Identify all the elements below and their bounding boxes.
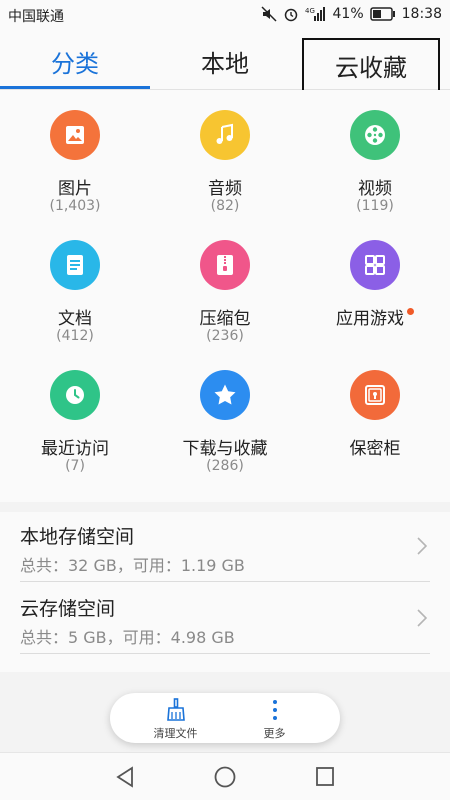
local-storage-row[interactable]: 本地存储空间 总共：32 GB，可用：1.19 GB	[20, 512, 430, 582]
carrier-name: 中国联通	[8, 9, 64, 25]
more-vertical-icon	[270, 698, 280, 726]
category-label: 文档	[58, 309, 92, 329]
category-recent[interactable]: 最近访问 (7)	[0, 350, 150, 480]
category-apps-games[interactable]: 应用游戏	[300, 220, 450, 350]
alarm-icon	[283, 6, 299, 22]
category-label: 下载与收藏	[182, 439, 268, 459]
music-icon	[200, 110, 250, 160]
recent-apps-icon[interactable]	[314, 765, 336, 793]
new-badge-dot	[407, 308, 414, 315]
clock-time: 18:38	[401, 6, 442, 22]
zip-icon	[200, 240, 250, 290]
storage-subtitle: 总共：5 GB，可用：4.98 GB	[20, 628, 235, 647]
category-count: (1,403)	[49, 198, 101, 214]
category-grid: 图片 (1,403) 音频 (82) 视频 (119) 文档 (412) 压缩包…	[0, 90, 450, 502]
category-video[interactable]: 视频 (119)	[300, 90, 450, 220]
category-documents[interactable]: 文档 (412)	[0, 220, 150, 350]
chevron-right-icon	[416, 608, 428, 632]
category-count: (286)	[206, 458, 244, 474]
tab-bar: 分类 本地 云收藏	[0, 32, 450, 92]
signal-4g-icon: 4G	[305, 6, 327, 22]
svg-text:4G: 4G	[305, 7, 315, 15]
tab-cloud-favorites[interactable]: 云收藏	[302, 38, 440, 92]
category-label-wrap: 应用游戏	[300, 304, 450, 329]
category-safe[interactable]: 保密柜	[300, 350, 450, 480]
category-label: 最近访问	[41, 439, 109, 459]
floating-action-bar: 清理文件 更多	[110, 693, 340, 743]
clean-files-label: 清理文件	[153, 727, 198, 740]
battery-icon	[369, 7, 396, 21]
video-reel-icon	[350, 110, 400, 160]
category-images[interactable]: 图片 (1,403)	[0, 90, 150, 220]
category-audio[interactable]: 音频 (82)	[150, 90, 300, 220]
category-label: 保密柜	[349, 439, 401, 459]
active-tab-indicator	[0, 86, 150, 89]
more-label: 更多	[263, 727, 286, 740]
storage-title: 本地存储空间	[20, 526, 135, 548]
cloud-storage-row[interactable]: 云存储空间 总共：5 GB，可用：4.98 GB	[20, 584, 430, 654]
clock-icon	[50, 370, 100, 420]
category-count: (412)	[56, 328, 94, 344]
clean-files-button[interactable]: 清理文件	[118, 693, 233, 743]
star-icon	[200, 370, 250, 420]
image-icon	[50, 110, 100, 160]
safe-icon	[350, 370, 400, 420]
chevron-right-icon	[416, 536, 428, 560]
document-icon	[50, 240, 100, 290]
apps-icon	[350, 240, 400, 290]
tab-local[interactable]: 本地	[150, 32, 300, 90]
broom-icon	[164, 698, 188, 726]
mute-icon	[260, 6, 277, 22]
category-label: 图片	[58, 179, 92, 199]
storage-list: 本地存储空间 总共：32 GB，可用：1.19 GB 云存储空间 总共：5 GB…	[0, 512, 450, 672]
system-nav-bar	[0, 752, 450, 800]
category-archives[interactable]: 压缩包 (236)	[150, 220, 300, 350]
category-count: (119)	[356, 198, 394, 214]
category-label: 音频	[208, 179, 242, 199]
storage-subtitle: 总共：32 GB，可用：1.19 GB	[20, 556, 245, 575]
battery-percent: 41%	[332, 6, 364, 22]
category-label: 视频	[358, 179, 392, 199]
category-count: (7)	[65, 458, 85, 474]
category-downloads-favorites[interactable]: 下载与收藏 (286)	[150, 350, 300, 480]
category-label: 应用游戏	[336, 309, 404, 329]
category-count: (82)	[210, 198, 240, 214]
category-label: 压缩包	[199, 309, 251, 329]
home-icon[interactable]	[213, 765, 237, 793]
category-count: (236)	[206, 328, 244, 344]
status-bar: 中国联通 4G 41% 18:38	[0, 0, 450, 32]
tab-categories[interactable]: 分类	[0, 32, 150, 90]
back-icon[interactable]	[114, 765, 136, 793]
storage-title: 云存储空间	[20, 598, 116, 620]
more-button[interactable]: 更多	[217, 693, 332, 743]
